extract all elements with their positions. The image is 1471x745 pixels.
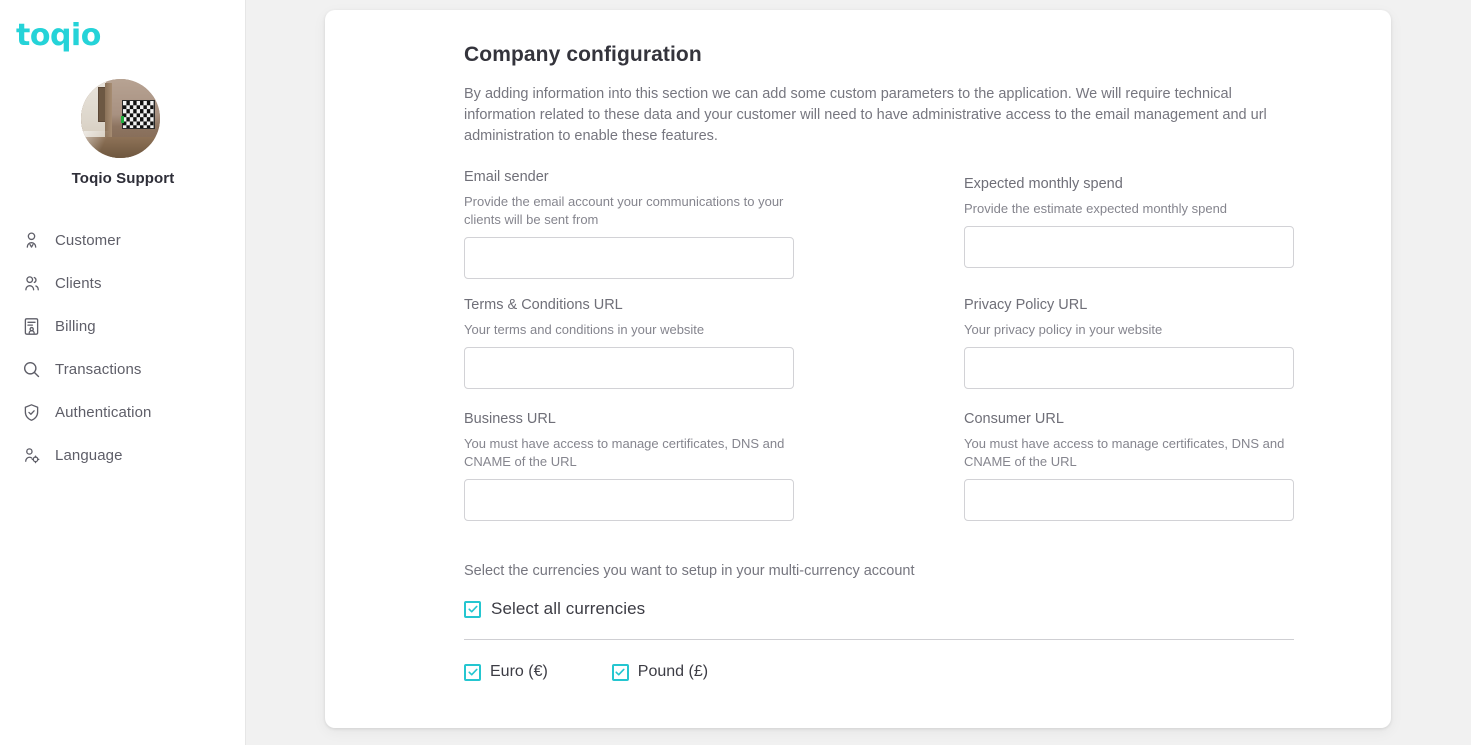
sidebar-item-label: Transactions xyxy=(55,361,142,378)
field-consumer-url: Consumer URL You must have access to man… xyxy=(964,410,1294,521)
sidebar-item-customer[interactable]: Customer xyxy=(0,219,246,262)
business-url-input[interactable] xyxy=(464,479,794,521)
company-configuration-card: Company configuration By adding informat… xyxy=(325,10,1391,728)
currency-option-label: Pound (£) xyxy=(637,663,709,680)
sidebar-item-label: Language xyxy=(55,447,123,464)
currency-option-pound[interactable]: Pound (£) xyxy=(611,663,709,681)
field-help: You must have access to manage certifica… xyxy=(464,436,785,469)
document-user-icon xyxy=(19,315,43,339)
form-row-3: Business URL You must have access to man… xyxy=(464,410,1294,521)
euro-checkbox[interactable] xyxy=(464,663,481,681)
user-gear-icon xyxy=(19,444,43,468)
sidebar: toqio Toqio Support Customer Clients Bil… xyxy=(0,0,246,745)
sidebar-nav: Customer Clients Billing Transactions Au… xyxy=(0,219,246,477)
avatar-tv-checkerboard xyxy=(122,100,156,129)
sidebar-item-clients[interactable]: Clients xyxy=(0,262,246,305)
sidebar-item-transactions[interactable]: Transactions xyxy=(0,348,246,391)
currency-section: Select the currencies you want to setup … xyxy=(464,563,1294,681)
field-privacy-url: Privacy Policy URL Your privacy policy i… xyxy=(964,296,1294,389)
select-all-currencies-checkbox[interactable] xyxy=(464,600,481,618)
main-content: Company configuration By adding informat… xyxy=(246,0,1471,745)
field-expected-monthly-spend: Expected monthly spend Provide the estim… xyxy=(964,175,1294,279)
currency-option-label: Euro (€) xyxy=(490,663,548,680)
sidebar-item-language[interactable]: Language xyxy=(0,434,246,477)
search-icon xyxy=(19,358,43,382)
select-all-currencies-row[interactable]: Select all currencies xyxy=(464,599,1294,619)
page-title: Company configuration xyxy=(464,43,702,66)
shield-check-icon xyxy=(19,401,43,425)
page-description: By adding information into this section … xyxy=(464,86,1267,144)
field-business-url: Business URL You must have access to man… xyxy=(464,410,794,521)
configuration-form: Email sender Provide the email account y… xyxy=(464,168,1294,521)
sidebar-item-billing[interactable]: Billing xyxy=(0,305,246,348)
select-all-currencies-label: Select all currencies xyxy=(491,599,646,618)
field-label: Privacy Policy URL xyxy=(964,297,1088,313)
sidebar-item-label: Authentication xyxy=(55,404,152,421)
sidebar-item-authentication[interactable]: Authentication xyxy=(0,391,246,434)
field-label: Terms & Conditions URL xyxy=(464,297,623,313)
privacy-url-input[interactable] xyxy=(964,347,1294,389)
field-label: Consumer URL xyxy=(964,411,1064,427)
field-help: Your terms and conditions in your websit… xyxy=(464,322,705,337)
field-help: Your privacy policy in your website xyxy=(964,322,1163,337)
users-icon xyxy=(19,272,43,296)
field-email-sender: Email sender Provide the email account y… xyxy=(464,168,794,279)
currency-intro-text: Select the currencies you want to setup … xyxy=(464,563,915,579)
currency-options-list: Euro (€) Pound (£) xyxy=(464,663,1294,681)
pound-checkbox[interactable] xyxy=(611,663,629,681)
terms-url-input[interactable] xyxy=(464,347,794,389)
field-help: Provide the email account your communica… xyxy=(464,194,784,227)
sidebar-item-label: Customer xyxy=(55,232,121,249)
field-help: You must have access to manage certifica… xyxy=(964,436,1285,469)
expected-monthly-spend-input[interactable] xyxy=(964,226,1294,268)
sidebar-item-label: Clients xyxy=(55,275,102,292)
avatar-light-beam xyxy=(82,131,110,158)
toqio-logo[interactable]: toqio xyxy=(16,21,101,51)
field-label: Email sender xyxy=(464,169,549,185)
form-row-1: Email sender Provide the email account y… xyxy=(464,168,1294,279)
avatar[interactable] xyxy=(81,79,160,158)
form-row-2: Terms & Conditions URL Your terms and co… xyxy=(464,296,1294,389)
sidebar-item-label: Billing xyxy=(55,318,96,335)
field-help: Provide the estimate expected monthly sp… xyxy=(964,201,1228,216)
avatar-led-indicator xyxy=(120,116,124,124)
field-label: Expected monthly spend xyxy=(964,176,1123,192)
app-root: toqio Toqio Support Customer Clients Bil… xyxy=(0,0,1471,745)
field-label: Business URL xyxy=(464,411,556,427)
currency-option-euro[interactable]: Euro (€) xyxy=(464,663,548,681)
user-icon xyxy=(19,229,43,253)
currency-divider xyxy=(464,639,1294,640)
consumer-url-input[interactable] xyxy=(964,479,1294,521)
field-terms-url: Terms & Conditions URL Your terms and co… xyxy=(464,296,794,389)
profile-name: Toqio Support xyxy=(71,170,175,187)
email-sender-input[interactable] xyxy=(464,237,794,279)
